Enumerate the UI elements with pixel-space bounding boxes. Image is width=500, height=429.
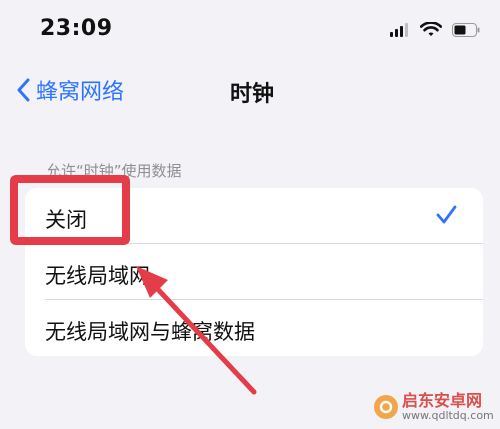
option-label: 无线局域网与蜂窝数据 [45, 320, 255, 344]
checkmark-icon [435, 204, 457, 226]
signal-icon [390, 23, 410, 37]
navigation-bar: 蜂窝网络 时钟 [0, 62, 500, 122]
battery-icon [452, 23, 480, 37]
watermark-name: 启东安卓网 [402, 391, 483, 410]
status-icons [390, 22, 480, 38]
back-button[interactable]: 蜂窝网络 [16, 74, 124, 106]
watermark: 启东安卓网 www.qdltdq.com [374, 391, 494, 422]
status-time: 23:09 [40, 16, 113, 41]
option-wlan[interactable]: 无线局域网 [25, 244, 483, 300]
option-wlan-and-cellular[interactable]: 无线局域网与蜂窝数据 [25, 300, 483, 356]
highlight-box [10, 175, 130, 245]
page-title: 时钟 [230, 82, 275, 107]
chevron-left-icon [16, 78, 30, 102]
watermark-logo-icon [374, 395, 398, 420]
option-label: 无线局域网 [45, 264, 150, 288]
watermark-text: 启东安卓网 www.qdltdq.com [402, 391, 494, 422]
status-bar: 23:09 [0, 0, 500, 62]
back-label: 蜂窝网络 [36, 80, 125, 105]
wifi-icon [420, 22, 442, 38]
watermark-url: www.qdltdq.com [402, 408, 494, 422]
